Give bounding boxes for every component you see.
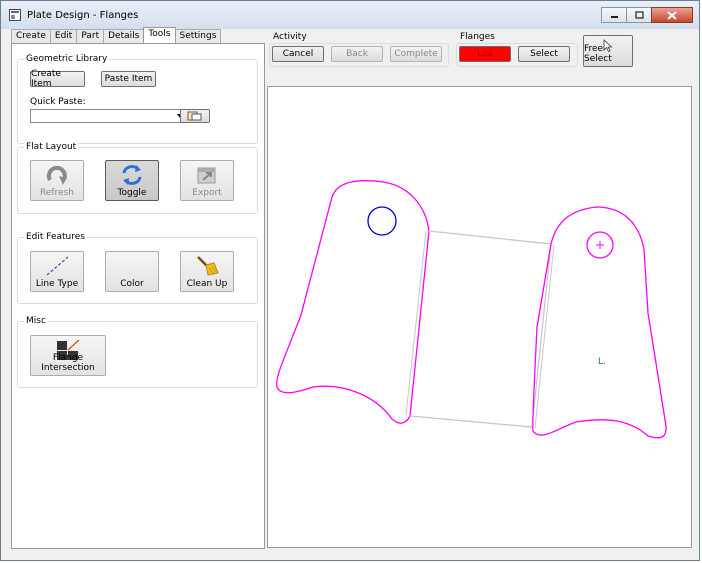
broom-icon xyxy=(197,256,219,276)
tab-tools[interactable]: Tools xyxy=(143,27,176,43)
group-label: Edit Features xyxy=(24,232,87,242)
create-item-button[interactable]: Create Item xyxy=(30,69,85,89)
export-icon xyxy=(197,167,216,184)
axis-marker: L. xyxy=(598,357,606,367)
tab-details[interactable]: Details xyxy=(103,29,145,43)
tab-part[interactable]: Part xyxy=(76,29,105,43)
drawing-canvas[interactable]: L. xyxy=(267,86,692,548)
cursor-arrow-icon xyxy=(603,39,613,52)
export-button: Export xyxy=(180,160,234,201)
refresh-button: Refresh xyxy=(30,160,84,201)
bend-panel xyxy=(409,230,552,428)
line-type-label: Line Type xyxy=(35,279,79,289)
tools-panel: Geometric Library Create Item Paste Item… xyxy=(11,43,265,549)
flange-outline xyxy=(532,206,667,439)
close-icon xyxy=(667,10,677,20)
flange-drawing: L. xyxy=(276,180,667,439)
tab-settings[interactable]: Settings xyxy=(174,29,222,43)
refresh-icon xyxy=(46,165,67,185)
clipboard-icon xyxy=(187,111,202,121)
select-button[interactable]: Select xyxy=(518,46,570,62)
window-title: Plate Design - Flanges xyxy=(27,10,139,21)
toggle-label: Toggle xyxy=(117,188,147,198)
minimize-icon xyxy=(610,16,618,18)
close-button[interactable] xyxy=(651,7,693,23)
tab-edit[interactable]: Edit xyxy=(49,29,78,43)
group-label: Geometric Library xyxy=(24,54,110,64)
line-type-icon xyxy=(46,256,69,276)
flange-intersection-button[interactable]: Flange Intersection xyxy=(30,335,106,376)
app-icon xyxy=(9,9,21,21)
back-button: Back xyxy=(331,46,383,62)
crosshair-icon xyxy=(596,241,604,249)
group-label: Misc xyxy=(24,316,48,326)
bend-line xyxy=(534,244,555,429)
refresh-label: Refresh xyxy=(40,188,74,198)
flange-intersection-label: Flange Intersection xyxy=(41,353,95,373)
export-label: Export xyxy=(192,188,222,198)
minimize-button[interactable] xyxy=(601,7,626,23)
free-select-button[interactable]: Free Select xyxy=(583,35,633,67)
tab-create[interactable]: Create xyxy=(11,29,51,43)
paste-button[interactable] xyxy=(180,109,210,123)
clean-up-label: Clean Up xyxy=(186,279,228,289)
window-controls xyxy=(601,7,693,23)
color-label: Color xyxy=(120,279,144,289)
flanges-label: Flanges xyxy=(460,32,495,42)
title-bar: Plate Design - Flanges xyxy=(1,1,699,29)
tab-strip: Create Edit Part Details Tools Settings xyxy=(11,27,222,43)
bend-line xyxy=(405,230,427,416)
quick-paste-label: Quick Paste: xyxy=(30,97,86,107)
group-label: Flat Layout xyxy=(24,142,79,152)
toggle-button[interactable]: Toggle xyxy=(105,160,159,201)
list-button[interactable]: List xyxy=(459,46,511,62)
main-window: Plate Design - Flanges Create Edit Part … xyxy=(0,0,700,561)
toggle-icon xyxy=(122,165,142,185)
complete-button: Complete xyxy=(390,46,442,62)
quick-paste-dropdown[interactable] xyxy=(30,109,186,123)
color-button[interactable]: Color xyxy=(105,251,159,292)
hole-marker xyxy=(367,206,397,236)
maximize-button[interactable] xyxy=(626,7,651,23)
line-type-button[interactable]: Line Type xyxy=(30,251,84,292)
clean-up-button[interactable]: Clean Up xyxy=(180,251,234,292)
paste-item-button[interactable]: Paste Item xyxy=(101,71,156,87)
activity-label: Activity xyxy=(273,32,307,42)
cancel-button[interactable]: Cancel xyxy=(272,46,324,62)
flange-outline xyxy=(276,180,430,424)
maximize-icon xyxy=(634,11,644,19)
